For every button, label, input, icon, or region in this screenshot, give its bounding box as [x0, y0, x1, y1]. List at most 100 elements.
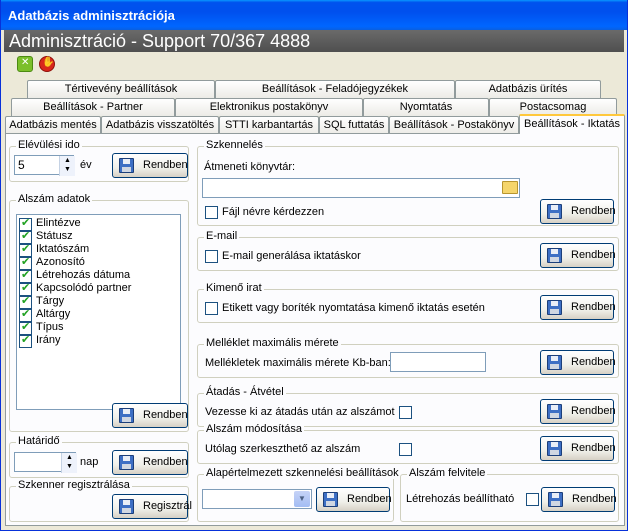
- button-label: Rendben: [571, 249, 616, 261]
- melleklet-save-button[interactable]: Rendben: [540, 350, 616, 375]
- floppy-icon: [119, 408, 134, 423]
- regisztral-button[interactable]: Regisztrál: [112, 494, 192, 519]
- button-label: Rendben: [143, 409, 188, 421]
- group-title: Alszám módosítása: [204, 423, 304, 435]
- tab-beallitasok-iktatas[interactable]: Beállítások - Iktatás: [519, 114, 625, 134]
- group-melleklet: Melléklet maximális mérete Mellékletek m…: [197, 337, 619, 378]
- kimeno-save-button[interactable]: Rendben: [540, 295, 616, 320]
- floppy-icon: [547, 355, 562, 370]
- hatarido-spinner[interactable]: ▲ ▼: [61, 453, 77, 473]
- list-item-label: Státusz: [36, 230, 73, 242]
- tab-label: Adatbázis visszatöltés: [105, 119, 215, 131]
- tab-nyomtatas[interactable]: Nyomtatás: [363, 98, 489, 116]
- tab-adatbazis-mentes[interactable]: Adatbázis mentés: [5, 116, 101, 134]
- elevulesi-value: 5: [18, 158, 25, 172]
- atmeneti-konyvtar-input[interactable]: [202, 178, 520, 198]
- spin-up-icon[interactable]: ▲: [60, 156, 75, 165]
- tab-label: Adatbázis ürítés: [488, 83, 568, 95]
- tab-adatbazis-visszatoltes[interactable]: Adatbázis visszatöltés: [101, 116, 219, 134]
- floppy-icon: [548, 492, 563, 507]
- alszam-checklist[interactable]: Elintézve Státusz Iktatószám Azonosító L…: [16, 214, 181, 410]
- tab-label: Beállítások - Partner: [43, 101, 143, 113]
- tab-beallitasok-partner[interactable]: Beállítások - Partner: [11, 98, 175, 116]
- fajl-nevre-checkbox[interactable]: [205, 206, 218, 219]
- stop-icon[interactable]: [39, 56, 55, 72]
- fajl-nevre-label: Fájl névre kérdezzen: [222, 206, 325, 218]
- group-title: Határidő: [16, 435, 62, 447]
- tab-tertiveveny[interactable]: Tértivevény beállítások: [27, 80, 215, 98]
- tab-elektronikus-postakonyv[interactable]: Elektronikus postakönyv: [175, 98, 363, 116]
- felvitel-checkbox[interactable]: [526, 493, 539, 506]
- tab-label: Tértivevény beállítások: [64, 83, 178, 95]
- hatarido-unit: nap: [80, 456, 99, 468]
- atmeneti-konyvtar-label: Átmeneti könyvtár:: [204, 161, 296, 173]
- floppy-icon: [119, 455, 134, 470]
- group-alszam-modositasa: Alszám módosítása Utólag szerkeszthető a…: [197, 423, 619, 464]
- button-label: Rendben: [571, 205, 616, 217]
- group-hatarido: Határidő ▲ ▼ nap Rendben: [9, 435, 189, 478]
- group-title: E-mail: [204, 230, 240, 242]
- tab-beallitasok-postakonyv[interactable]: Beállítások - Postakönyv: [389, 116, 519, 134]
- button-label: Rendben: [571, 442, 616, 454]
- melleklet-label: Mellékletek maximális mérete Kb-ban:: [205, 357, 391, 369]
- button-label: Rendben: [347, 493, 392, 505]
- group-szkenneles: Szkennelés Átmeneti könyvtár: Fájl névre…: [197, 139, 619, 226]
- chevron-down-icon[interactable]: ▼: [294, 491, 310, 507]
- felvitel-save-button[interactable]: Rendben: [541, 487, 617, 512]
- button-label: Rendben: [143, 456, 188, 468]
- support-banner: Adminisztráció - Support 70/367 4888: [4, 30, 624, 52]
- spin-down-icon[interactable]: ▼: [62, 462, 77, 471]
- alszam-mod-checkbox[interactable]: [399, 443, 412, 456]
- atadas-checkbox[interactable]: [399, 406, 412, 419]
- atadas-label: Vezesse ki az átadás után az alszámot: [205, 406, 395, 418]
- elevulesi-spinner[interactable]: ▲ ▼: [59, 156, 75, 176]
- group-elevulesi-ido: Elévülési ido 5 ▲ ▼ év Rendben: [9, 139, 189, 182]
- atadas-save-button[interactable]: Rendben: [540, 399, 616, 424]
- tab-sql-futtatas[interactable]: SQL futtatás: [319, 116, 389, 134]
- list-item-label: Altárgy: [36, 308, 71, 320]
- email-save-button[interactable]: Rendben: [540, 243, 616, 268]
- tab-adatbazis-urites[interactable]: Adatbázis ürítés: [455, 80, 601, 98]
- admin-window: Adatbázis adminisztrációja Adminisztráci…: [0, 0, 628, 531]
- alszam-mod-save-button[interactable]: Rendben: [540, 436, 616, 461]
- folder-icon[interactable]: [502, 181, 518, 194]
- tab-feladojegyzekek[interactable]: Beállítások - Feladójegyzékek: [215, 80, 455, 98]
- floppy-icon: [547, 204, 562, 219]
- checkbox[interactable]: [19, 333, 32, 348]
- spin-up-icon[interactable]: ▲: [62, 453, 77, 462]
- close-icon[interactable]: [17, 56, 33, 72]
- group-alapertelmezett-szkenneles: Alapértelmezett szkennelési beállítások …: [197, 467, 401, 522]
- list-item-label: Kapcsolódó partner: [36, 282, 132, 294]
- floppy-icon: [547, 404, 562, 419]
- list-item-label: Irány: [36, 334, 61, 346]
- list-item-label: Azonosító: [36, 256, 85, 268]
- melleklet-input[interactable]: [390, 352, 486, 372]
- tab-row-1: Tértivevény beállítások Beállítások - Fe…: [5, 80, 625, 98]
- banner-text: Adminisztráció - Support 70/367 4888: [9, 31, 311, 51]
- hatarido-save-button[interactable]: Rendben: [112, 450, 188, 475]
- button-label: Rendben: [571, 356, 616, 368]
- group-title: Szkennelés: [204, 139, 265, 151]
- kimeno-checkbox[interactable]: [205, 302, 218, 315]
- group-kimeno-irat: Kimenő irat Etikett vagy boríték nyomtat…: [197, 282, 619, 323]
- title-bar: Adatbázis adminisztrációja: [1, 0, 627, 30]
- alszam-save-button[interactable]: Rendben: [112, 403, 188, 428]
- floppy-icon: [119, 158, 134, 173]
- group-title: Melléklet maximális mérete: [204, 337, 341, 349]
- group-title: Elévülési ido: [16, 139, 82, 151]
- group-title: Kimenő irat: [204, 282, 264, 294]
- email-checkbox[interactable]: [205, 250, 218, 263]
- group-title: Alszám adatok: [16, 193, 93, 205]
- spin-down-icon[interactable]: ▼: [60, 165, 75, 174]
- felvitel-label: Létrehozás beállítható: [406, 493, 515, 505]
- szkenneles-save-button[interactable]: Rendben: [540, 199, 616, 224]
- tab-label: STTI karbantartás: [224, 119, 314, 131]
- button-label: Regisztrál: [143, 500, 192, 512]
- group-title: Alszám felvitele: [407, 467, 488, 479]
- button-label: Rendben: [572, 493, 617, 505]
- tab-row-3: Adatbázis mentés Adatbázis visszatöltés …: [5, 114, 625, 134]
- alapert-save-button[interactable]: Rendben: [316, 487, 392, 512]
- szkenneles-combo[interactable]: ▼: [202, 489, 312, 509]
- elevulesi-save-button[interactable]: Rendben: [112, 153, 188, 178]
- tab-stti-karbantartas[interactable]: STTI karbantartás: [219, 116, 319, 134]
